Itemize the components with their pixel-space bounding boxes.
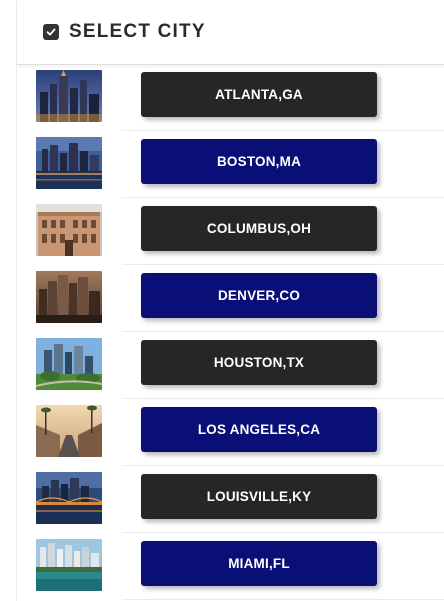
- city-row-miami: MIAMI,FL: [17, 533, 444, 600]
- city-button-denver[interactable]: DENVER,CO: [141, 273, 377, 318]
- city-row-boston: BOSTON,MA: [17, 131, 444, 198]
- city-button-label: DENVER,CO: [217, 288, 301, 303]
- denver-skyline-image: [36, 271, 102, 323]
- city-list: ATLANTA,GA BOSTON,MA COLUMBUS,OH DENVER,…: [17, 64, 444, 600]
- city-row-columbus: COLUMBUS,OH: [17, 198, 444, 265]
- city-button-label: BOSTON,MA: [216, 154, 302, 169]
- city-row-louisville: LOUISVILLE,KY: [17, 466, 444, 533]
- city-button-label: LOUISVILLE,KY: [206, 489, 312, 504]
- city-button-label: COLUMBUS,OH: [206, 221, 312, 236]
- city-row-atlanta: ATLANTA,GA: [17, 64, 444, 131]
- city-button-boston[interactable]: BOSTON,MA: [141, 139, 377, 184]
- city-button-columbus[interactable]: COLUMBUS,OH: [141, 206, 377, 251]
- city-row-los-angeles: LOS ANGELES,CA: [17, 399, 444, 466]
- city-button-label: LOS ANGELES,CA: [197, 422, 321, 437]
- city-row-denver: DENVER,CO: [17, 265, 444, 332]
- city-button-houston[interactable]: HOUSTON,TX: [141, 340, 377, 385]
- city-button-atlanta[interactable]: ATLANTA,GA: [141, 72, 377, 117]
- houston-skyline-image: [36, 338, 102, 390]
- panel-header: SELECT CITY: [17, 0, 444, 65]
- columbus-building-image: [36, 204, 102, 256]
- city-button-label: HOUSTON,TX: [213, 355, 305, 370]
- miami-beach-image: [36, 539, 102, 591]
- louisville-bridge-image: [36, 472, 102, 524]
- city-button-louisville[interactable]: LOUISVILLE,KY: [141, 474, 377, 519]
- city-button-los-angeles[interactable]: LOS ANGELES,CA: [141, 407, 377, 452]
- checkbox-checked-icon: [43, 24, 59, 40]
- city-button-label: ATLANTA,GA: [215, 87, 303, 102]
- boston-skyline-image: [36, 137, 102, 189]
- city-row-houston: HOUSTON,TX: [17, 332, 444, 399]
- city-selector-panel: SELECT CITY ATLANTA,GA BOSTON,MA COLUMBU…: [16, 0, 444, 601]
- atlanta-skyline-image: [36, 70, 102, 122]
- city-button-miami[interactable]: MIAMI,FL: [141, 541, 377, 586]
- page-title: SELECT CITY: [69, 21, 206, 42]
- city-button-label: MIAMI,FL: [228, 556, 290, 571]
- los-angeles-street-image: [36, 405, 102, 457]
